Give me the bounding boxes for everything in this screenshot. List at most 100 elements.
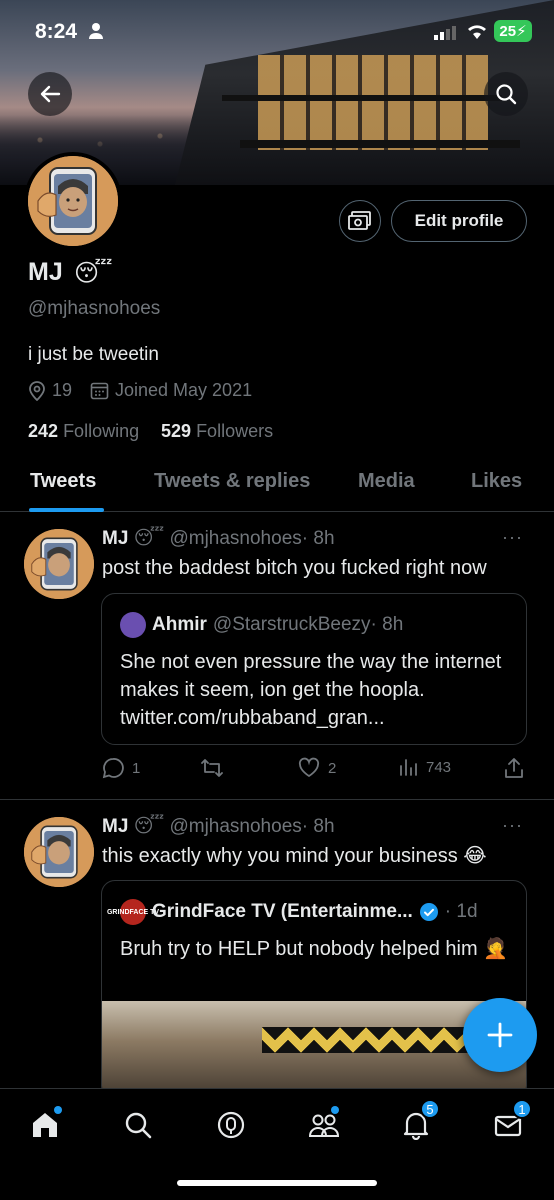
battery-indicator: 25 ⚡	[494, 20, 532, 42]
status-time: 8:24	[35, 20, 78, 43]
tweet-avatar[interactable]	[24, 817, 94, 887]
profile-joined: Joined May 2021	[90, 380, 252, 401]
tab-tweets[interactable]: Tweets	[30, 470, 96, 493]
quoted-time: · 8h	[370, 614, 404, 635]
quoted-tweet[interactable]: Ahmir @StarstruckBeezy· 8h She not even …	[101, 593, 527, 745]
quoted-author: GrindFace TV (Entertainme...	[152, 901, 413, 922]
tweet[interactable]: MJ 😴 @mjhasnohoes· 8h ··· post the badde…	[0, 513, 554, 800]
tab-media[interactable]: Media	[358, 470, 415, 493]
sleeping-emoji: 😴	[74, 260, 113, 287]
quoted-text: Bruh try to HELP but nobody helped him 🤦	[120, 938, 509, 960]
retweet-button[interactable]	[200, 757, 224, 779]
profile-bio: i just be tweetin	[28, 344, 159, 365]
following-label: Following	[63, 421, 140, 441]
signal-icon	[434, 26, 456, 40]
nav-spaces[interactable]	[213, 1107, 249, 1143]
views-chart-icon	[400, 759, 417, 776]
tweet-header: MJ 😴 @mjhasnohoes· 8h	[102, 527, 335, 550]
plus-icon	[487, 1022, 513, 1048]
professional-tools-button[interactable]	[339, 200, 381, 242]
reply-icon	[102, 758, 124, 779]
edit-profile-button[interactable]: Edit profile	[391, 200, 527, 242]
following-count: 242	[28, 421, 59, 441]
share-button[interactable]	[504, 757, 524, 779]
nav-communities[interactable]	[306, 1106, 342, 1143]
followers-link[interactable]: 529 Followers	[161, 421, 273, 442]
home-notification-dot	[54, 1106, 62, 1114]
compose-tweet-button[interactable]	[463, 998, 537, 1072]
reply-count: 1	[132, 759, 141, 777]
avatar-image	[24, 529, 94, 599]
nav-notifications[interactable]: 5	[398, 1099, 440, 1143]
quoted-time: · 1d	[444, 901, 478, 922]
profile-handle: @mjhasnohoes	[28, 298, 161, 319]
wifi-icon	[468, 25, 486, 39]
quoted-handle: @StarstruckBeezy· 8h	[213, 614, 403, 636]
quoted-avatar	[120, 612, 146, 638]
search-button[interactable]	[484, 72, 528, 116]
active-tab-indicator	[29, 508, 104, 512]
more-options-icon[interactable]: ···	[502, 815, 523, 836]
nav-home[interactable]	[27, 1106, 63, 1143]
tweet-handle: @mjhasnohoes	[169, 816, 302, 837]
money-icon	[348, 211, 371, 230]
arrow-left-icon	[40, 85, 61, 103]
tweet-time: · 8h	[301, 528, 335, 549]
tweet-author[interactable]: MJ	[102, 528, 128, 549]
sleeping-emoji: 😴	[133, 528, 165, 549]
quoted-avatar: GRINDFACE TV	[107, 899, 159, 925]
following-link[interactable]: 242 Following	[28, 421, 139, 442]
quoted-tweet[interactable]: GRINDFACE TV GrindFace TV (Entertainme..…	[101, 880, 527, 1100]
verified-badge-icon	[419, 903, 438, 921]
search-icon	[125, 1112, 152, 1139]
search-icon	[496, 84, 517, 105]
share-icon	[505, 758, 523, 778]
messages-badge: 1	[512, 1099, 532, 1119]
like-button[interactable]: 2	[298, 757, 336, 779]
views-count: 743	[426, 758, 452, 776]
quoted-handle-text: @StarstruckBeezy	[212, 614, 371, 635]
building-floor	[222, 95, 502, 101]
home-indicator	[177, 1180, 377, 1186]
home-icon	[33, 1113, 57, 1137]
retweet-icon	[201, 759, 223, 777]
tweet-text: post the baddest bitch you fucked right …	[102, 557, 487, 579]
battery-level: 25	[499, 22, 517, 40]
tweet-handle: @mjhasnohoes	[169, 528, 302, 549]
nav-messages[interactable]: 1	[490, 1099, 532, 1143]
profile-avatar[interactable]	[24, 152, 122, 250]
followers-label: Followers	[196, 421, 274, 441]
joined-text: Joined May 2021	[115, 380, 253, 400]
profile-location: 19	[28, 380, 72, 401]
reply-button[interactable]: 1	[102, 757, 140, 779]
quoted-video-thumbnail[interactable]	[102, 1001, 526, 1099]
more-options-icon[interactable]: ···	[502, 527, 523, 548]
location-text: 19	[52, 380, 73, 400]
spaces-microphone-icon	[217, 1111, 245, 1139]
back-button[interactable]	[28, 72, 72, 116]
person-icon	[89, 23, 103, 39]
tweet-header: MJ 😴 @mjhasnohoes· 8h	[102, 815, 335, 838]
building-floor	[240, 140, 520, 148]
building-windows	[258, 55, 488, 150]
communities-notification-dot	[331, 1106, 339, 1114]
nav-search[interactable]	[120, 1107, 156, 1143]
avatar-image	[28, 156, 118, 246]
tweet-text: this exactly why you mind your business …	[102, 845, 487, 867]
tab-likes[interactable]: Likes	[471, 470, 522, 493]
profile-name: MJ	[28, 258, 63, 286]
avatar-image	[24, 817, 94, 887]
tweet-avatar[interactable]	[24, 529, 94, 599]
quoted-text: She not even pressure the way the intern…	[120, 651, 502, 729]
tab-tweets-replies[interactable]: Tweets & replies	[154, 470, 310, 493]
quoted-tweet-header: GRINDFACE TV GrindFace TV (Entertainme..…	[107, 899, 478, 925]
tweet-author[interactable]: MJ	[102, 816, 128, 837]
quoted-tweet-header: Ahmir @StarstruckBeezy· 8h	[120, 612, 403, 638]
communities-icon	[308, 1114, 340, 1137]
heart-icon	[298, 757, 320, 778]
tweet-time: · 8h	[301, 816, 335, 837]
views-button[interactable]: 743	[398, 757, 451, 777]
status-bar: 8:24 25 ⚡	[0, 18, 554, 48]
like-count: 2	[328, 759, 337, 777]
profile-tabs: Tweets Tweets & replies Media Likes	[0, 458, 554, 512]
